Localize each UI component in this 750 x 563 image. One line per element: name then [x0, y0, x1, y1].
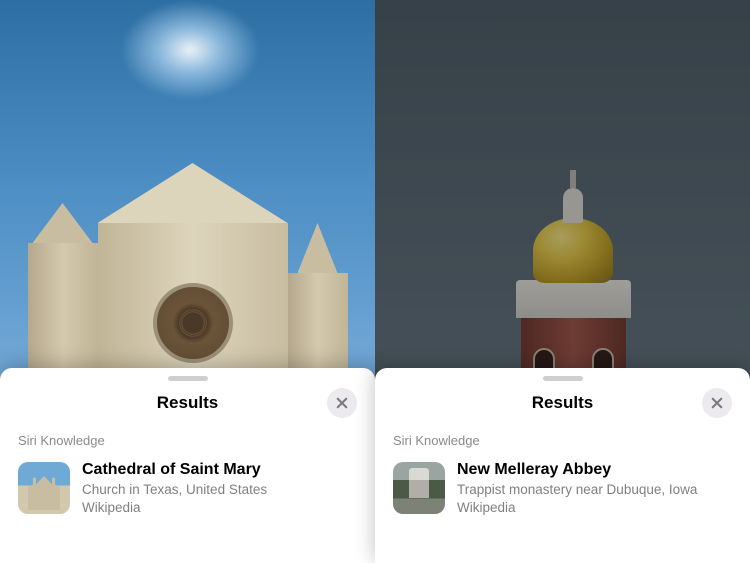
section-label: Siri Knowledge: [18, 433, 357, 448]
result-thumbnail: [18, 462, 70, 514]
sheet-grabber[interactable]: [168, 376, 208, 381]
result-subtitle: Church in Texas, United States: [82, 481, 357, 498]
result-subtitle: Trappist monastery near Dubuque, Iowa: [457, 481, 732, 498]
result-thumbnail: [393, 462, 445, 514]
result-source: Wikipedia: [82, 499, 357, 516]
sheet-header: Results: [18, 387, 357, 419]
result-title: Cathedral of Saint Mary: [82, 460, 357, 480]
split-container: Results Siri Knowledge Cathedral of Sain…: [0, 0, 750, 563]
sheet-title: Results: [532, 393, 593, 413]
close-button[interactable]: [702, 388, 732, 418]
result-text: New Melleray Abbey Trappist monastery ne…: [457, 460, 732, 516]
result-text: Cathedral of Saint Mary Church in Texas,…: [82, 460, 357, 516]
results-sheet[interactable]: Results Siri Knowledge New Melleray Abbe…: [375, 368, 750, 563]
close-icon: [336, 397, 348, 409]
result-row[interactable]: New Melleray Abbey Trappist monastery ne…: [393, 460, 732, 516]
sheet-title: Results: [157, 393, 218, 413]
result-row[interactable]: Cathedral of Saint Mary Church in Texas,…: [18, 460, 357, 516]
result-title: New Melleray Abbey: [457, 460, 732, 480]
section-label: Siri Knowledge: [393, 433, 732, 448]
sheet-grabber[interactable]: [543, 376, 583, 381]
close-button[interactable]: [327, 388, 357, 418]
left-panel: Results Siri Knowledge Cathedral of Sain…: [0, 0, 375, 563]
results-sheet[interactable]: Results Siri Knowledge Cathedral of Sain…: [0, 368, 375, 563]
right-panel: Results Siri Knowledge New Melleray Abbe…: [375, 0, 750, 563]
result-source: Wikipedia: [457, 499, 732, 516]
sheet-header: Results: [393, 387, 732, 419]
close-icon: [711, 397, 723, 409]
